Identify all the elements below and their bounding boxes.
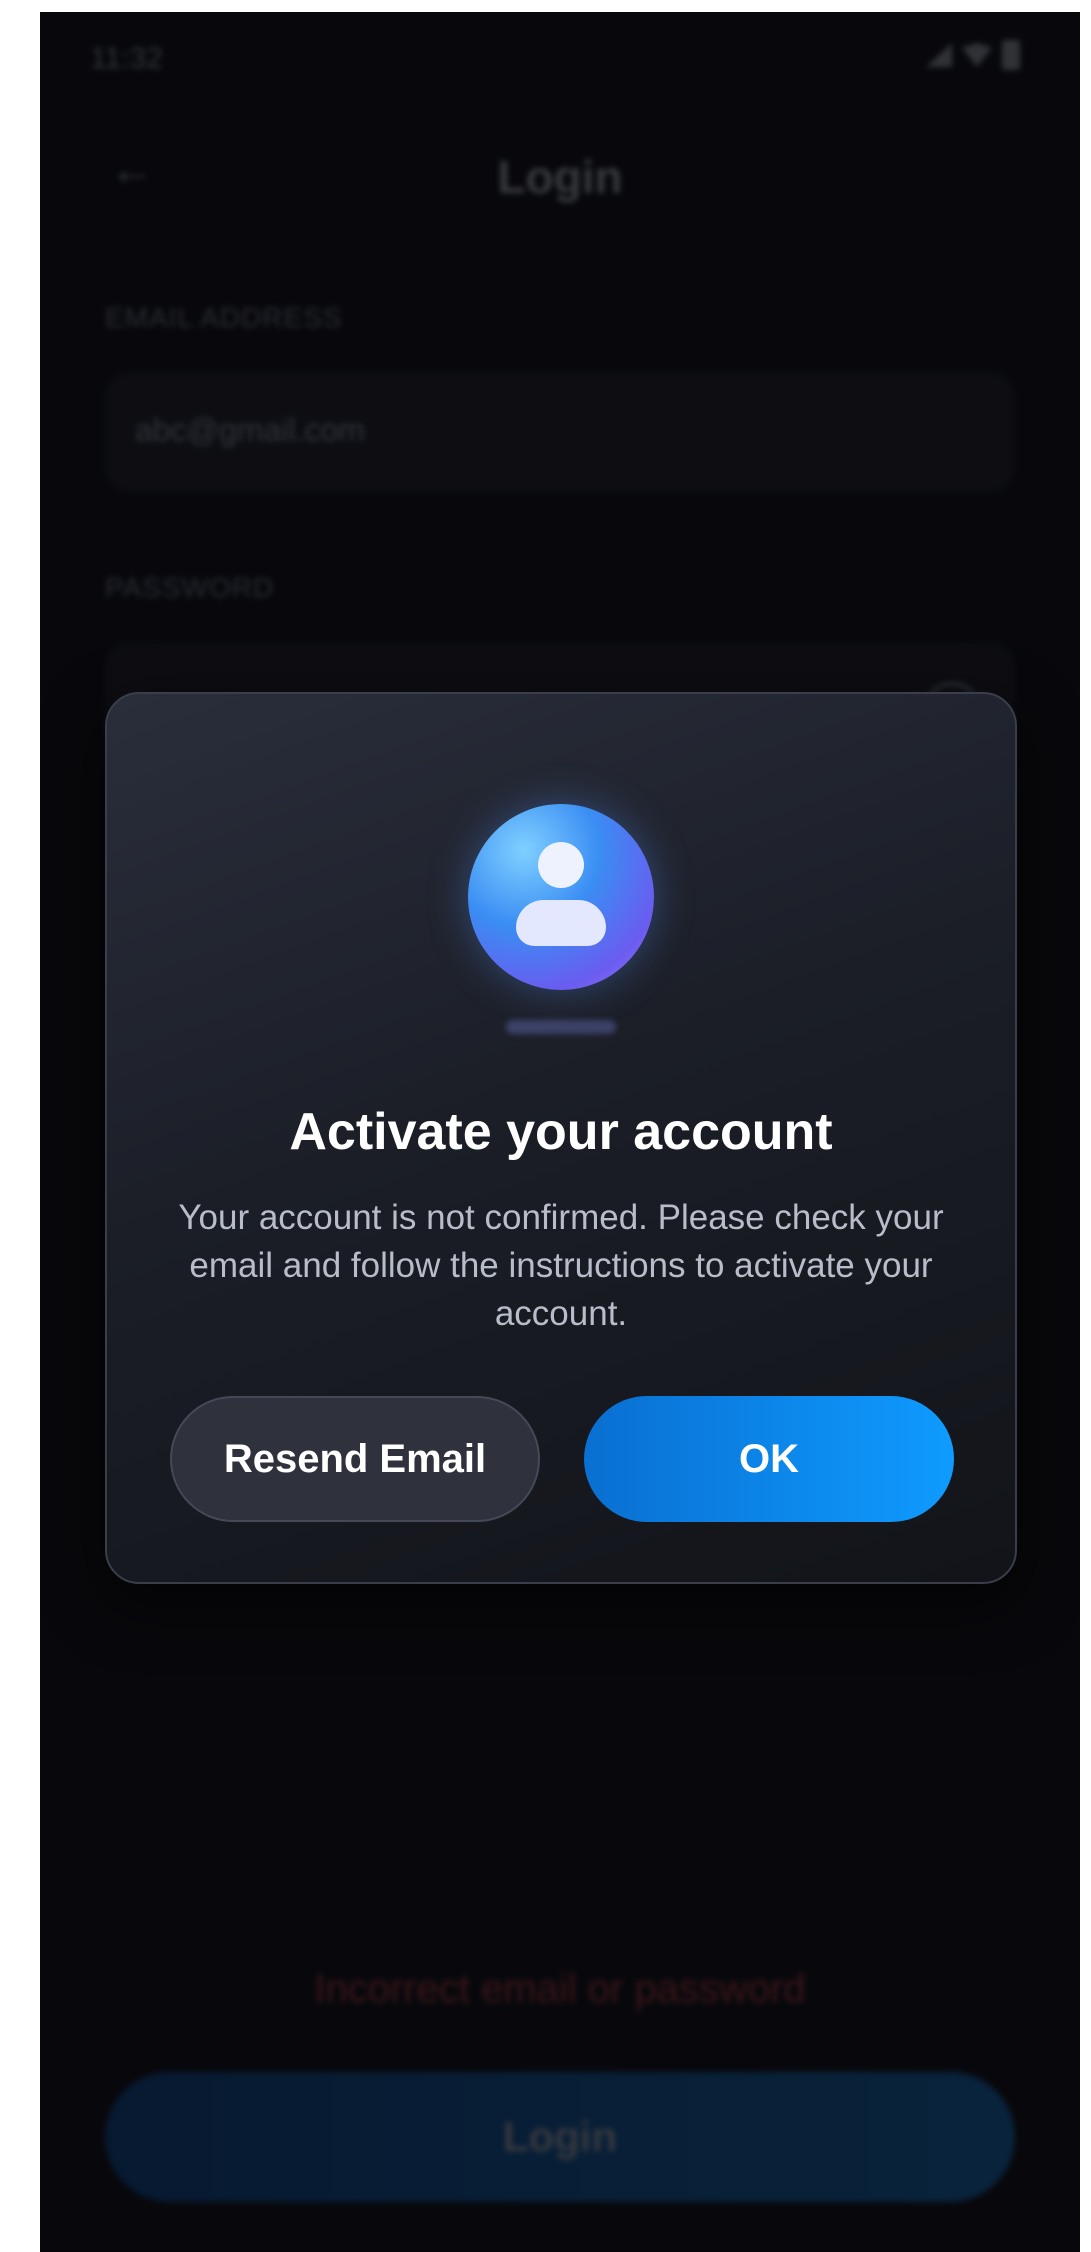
- ok-button[interactable]: OK: [584, 1396, 954, 1522]
- avatar-body: [516, 900, 606, 946]
- dialog-message: Your account is not confirmed. Please ch…: [178, 1198, 944, 1333]
- avatar-head: [538, 842, 584, 888]
- user-avatar-icon: [468, 804, 654, 990]
- phone-screen: 11:32 ← Login EMAIL ADDRESS abc@gmail.co…: [40, 12, 1080, 2252]
- resend-email-button[interactable]: Resend Email: [170, 1396, 540, 1522]
- avatar-shadow: [506, 1020, 616, 1034]
- activate-account-dialog: Activate your account Your account is no…: [105, 692, 1017, 1584]
- dialog-title: Activate your account: [289, 1103, 833, 1161]
